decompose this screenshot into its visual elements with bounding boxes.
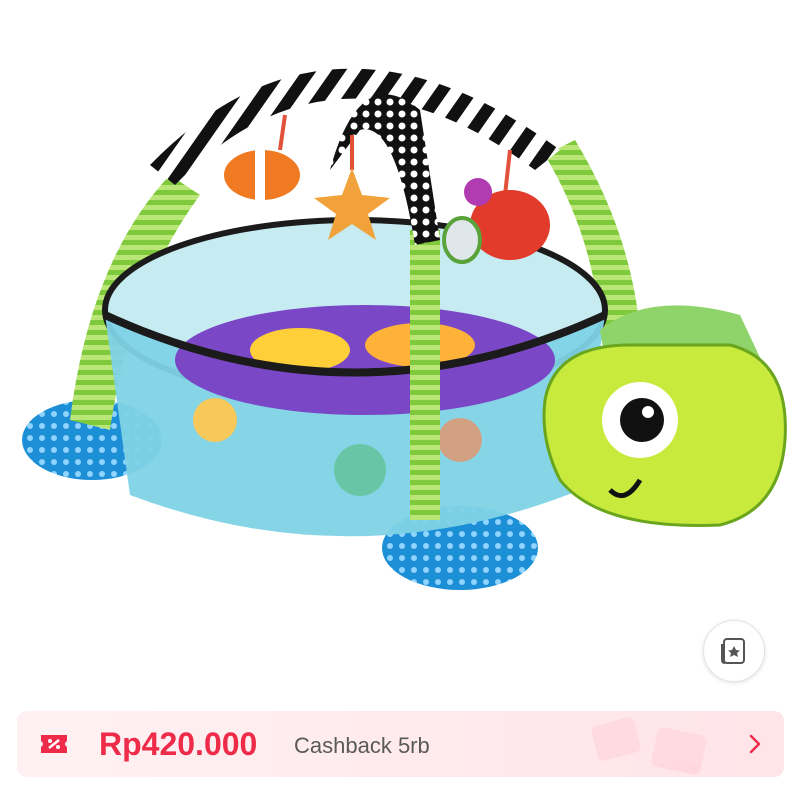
promo-cashback: Cashback 5rb [294,733,430,758]
toy-mirror [442,216,482,264]
promo-price: Rp420.000 [99,726,258,762]
voucher-icon [41,735,67,753]
product-image[interactable] [0,0,800,700]
card-star-icon [721,638,745,664]
favorite-button[interactable] [703,620,765,682]
promo-bar[interactable]: Rp420.000 Cashback 5rb [17,711,784,777]
turtle-eye-pupil [620,398,664,442]
promo-decoration [591,717,707,775]
arch-center-leg [410,230,440,520]
chevron-right-icon[interactable] [748,732,762,756]
